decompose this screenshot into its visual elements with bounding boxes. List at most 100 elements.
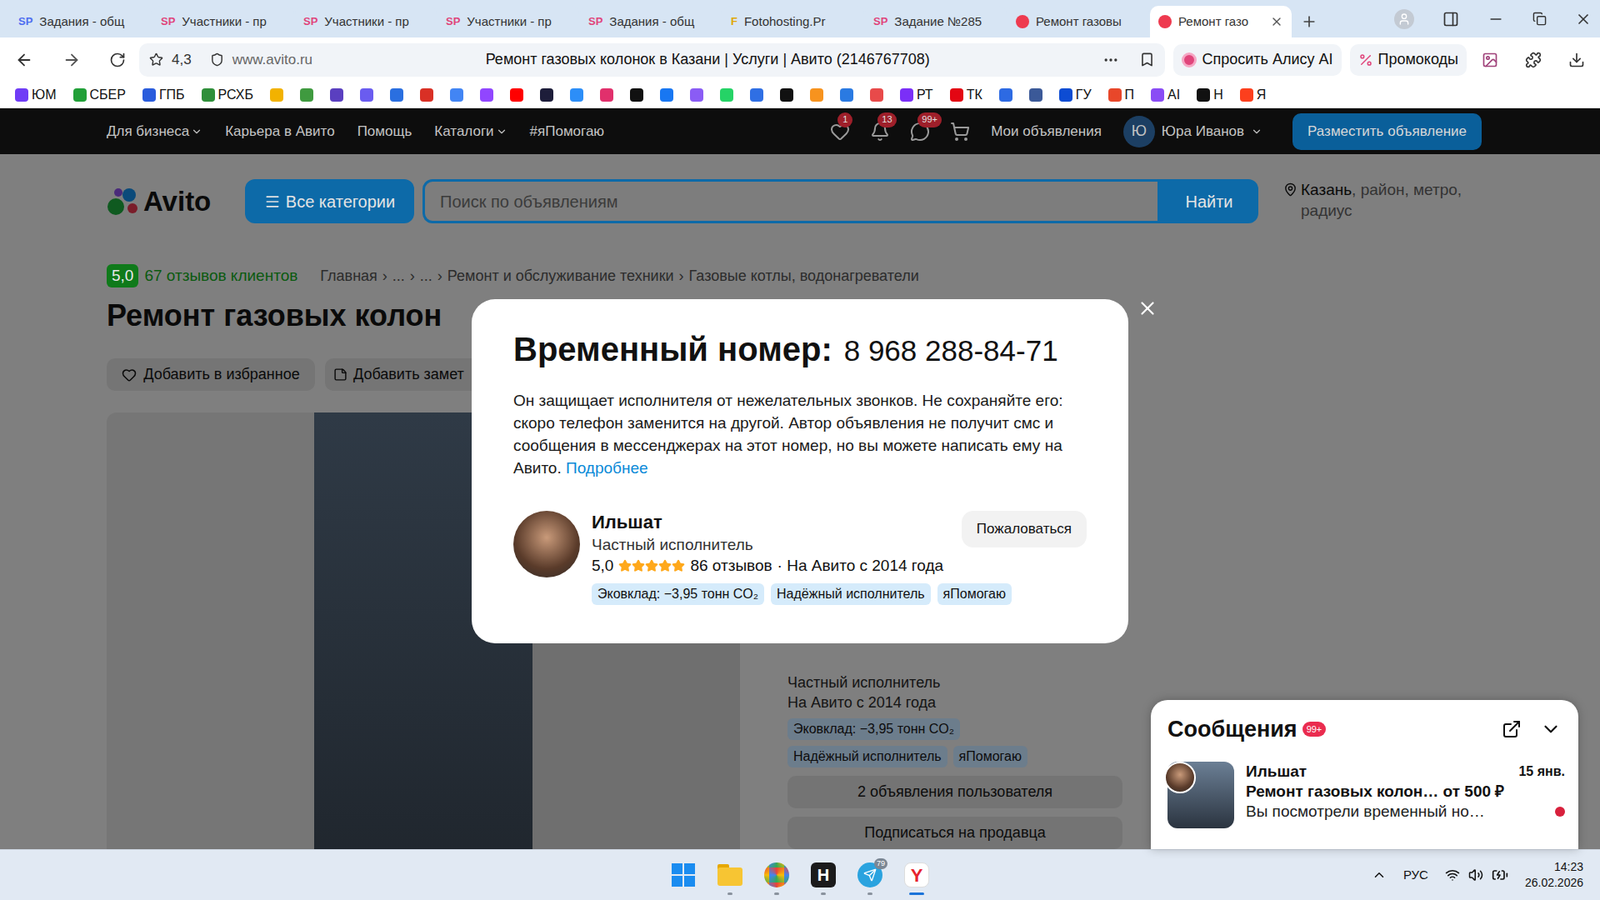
bookmark[interactable] (999, 88, 1013, 102)
taskbar-app[interactable]: Y (897, 853, 936, 897)
restore-icon[interactable] (1532, 11, 1547, 26)
breadcrumb[interactable]: Главная (320, 265, 378, 288)
bookmark[interactable] (390, 88, 404, 102)
bookmark[interactable] (570, 88, 584, 102)
seller-name[interactable]: Ильшат (591, 510, 944, 535)
bookmark[interactable] (690, 88, 704, 102)
browser-tab[interactable]: Ремонт газо (1150, 5, 1292, 38)
browser-tab[interactable]: SPУчастники - пр (295, 5, 437, 38)
bookmark[interactable] (540, 88, 554, 102)
wifi-icon[interactable] (1445, 867, 1460, 883)
seller-button[interactable]: Подписаться на продавца (787, 816, 1123, 850)
favorite-button[interactable]: Добавить в избранное (106, 358, 315, 391)
bookmark[interactable] (300, 88, 314, 102)
header-nav-item[interactable]: Каталоги (434, 120, 507, 143)
battery-icon[interactable] (1491, 866, 1509, 884)
post-ad-button[interactable]: Разместить объявление (1292, 113, 1482, 150)
search-input[interactable]: Поиск по объявлениям (422, 179, 1160, 224)
bookmark[interactable] (810, 88, 824, 102)
browser-tab[interactable]: Ремонт газовы (1007, 5, 1150, 38)
forward-icon[interactable] (62, 50, 81, 70)
header-nav-item[interactable]: Помощь (357, 120, 413, 143)
header-icon-button[interactable]: 13 (869, 120, 891, 143)
bookmark[interactable] (480, 88, 494, 102)
bookmark[interactable]: ТК (950, 85, 983, 105)
language-indicator[interactable]: РУС (1403, 865, 1429, 885)
new-tab-icon[interactable] (1300, 13, 1318, 30)
bookmark[interactable] (840, 88, 854, 102)
breadcrumb[interactable]: ... (392, 265, 405, 288)
avito-logo[interactable]: Avito (106, 187, 224, 216)
bookmark[interactable] (660, 88, 674, 102)
reviews-link[interactable]: 67 отзывов клиентов (144, 264, 298, 289)
breadcrumb[interactable]: ... (420, 265, 433, 288)
address-field[interactable]: 4,3www.avito.ruРемонт газовых колонок в … (139, 43, 1165, 77)
open-external-icon[interactable] (1501, 719, 1522, 740)
header-nav-item[interactable]: #яПомогаю (530, 120, 605, 143)
user-menu[interactable]: ЮЮра Иванов (1123, 115, 1263, 148)
my-ads-link[interactable]: Мои объявления (990, 120, 1102, 143)
breadcrumb[interactable]: Газовые котлы, водонагреватели (689, 265, 920, 288)
header-icon-button[interactable]: 1 (829, 120, 851, 143)
search-button[interactable]: Найти (1160, 179, 1259, 224)
browser-tab[interactable]: SPУчастники - пр (152, 5, 295, 38)
browser-tab[interactable]: SPУчастники - пр (437, 5, 580, 38)
bookmark-icon[interactable] (1139, 51, 1155, 68)
profile-icon[interactable] (1394, 9, 1415, 30)
bookmark[interactable] (630, 88, 644, 102)
collapse-icon[interactable] (1540, 718, 1562, 740)
alice-button[interactable]: Спросить Алису AI (1173, 44, 1341, 76)
taskbar-app[interactable] (757, 853, 796, 897)
close-dialog-icon[interactable] (1136, 297, 1159, 320)
taskbar-app[interactable]: H (804, 853, 843, 897)
bookmark[interactable]: ГУ (1059, 85, 1092, 105)
header-icon-button[interactable] (949, 120, 971, 143)
bookmark[interactable] (420, 88, 434, 102)
bookmark[interactable]: РСХБ (201, 85, 254, 105)
close-window-icon[interactable] (1575, 10, 1592, 28)
header-nav-item[interactable]: Карьера в Авито (225, 120, 335, 143)
categories-button[interactable]: Все категории (245, 179, 415, 224)
picture-icon[interactable] (1481, 51, 1499, 69)
browser-tab[interactable]: SPЗадание №285 (865, 5, 1007, 38)
volume-icon[interactable] (1468, 867, 1484, 883)
bookmark[interactable] (720, 88, 734, 102)
browser-tab[interactable]: FFotohosting.Pr (722, 5, 865, 38)
location[interactable]: Казань, район, метро, радиус (1283, 179, 1475, 221)
header-icon-button[interactable]: 99+ (909, 120, 931, 143)
extensions-icon[interactable] (1525, 51, 1542, 69)
header-nav-item[interactable]: Для бизнеса (106, 120, 203, 143)
note-button[interactable]: Добавить замет (325, 358, 484, 391)
more-link[interactable]: Подробнее (565, 459, 649, 477)
bookmark[interactable] (750, 88, 764, 102)
taskbar-app[interactable] (664, 853, 703, 897)
bookmark[interactable]: РТ (900, 85, 934, 105)
bookmark[interactable]: ЮМ (15, 85, 57, 105)
seller-button[interactable]: 2 объявления пользователя (787, 775, 1123, 809)
bookmark[interactable]: СБЕР (73, 85, 126, 105)
browser-tab[interactable]: SPЗадания - общ (580, 5, 722, 38)
sidebar-icon[interactable] (1442, 10, 1460, 28)
back-icon[interactable] (15, 50, 34, 70)
bookmark[interactable] (1029, 88, 1043, 102)
more-icon[interactable] (1102, 51, 1120, 69)
bookmark[interactable] (510, 88, 524, 102)
message-item[interactable]: Ильшат15 янв.Ремонт газовых колон… от 50… (1150, 761, 1579, 829)
bookmark[interactable] (270, 88, 284, 102)
bookmark[interactable]: Я (1240, 85, 1267, 105)
bookmark[interactable]: ГПБ (142, 85, 185, 105)
bookmark[interactable] (600, 88, 614, 102)
bookmark[interactable] (330, 88, 344, 102)
bookmark[interactable]: AI (1150, 85, 1180, 105)
download-icon[interactable] (1568, 51, 1585, 69)
tray-expand-icon[interactable] (1371, 867, 1387, 883)
bookmark[interactable]: Н (1196, 85, 1224, 105)
reload-icon[interactable] (109, 51, 126, 69)
bookmark[interactable] (360, 88, 374, 102)
bookmark[interactable] (450, 88, 464, 102)
minimize-icon[interactable] (1487, 10, 1505, 28)
taskbar-app[interactable]: 79 (850, 853, 890, 897)
promo-button[interactable]: Промокоды (1350, 44, 1467, 76)
taskbar-app[interactable] (710, 853, 750, 897)
bookmark[interactable] (870, 88, 884, 102)
